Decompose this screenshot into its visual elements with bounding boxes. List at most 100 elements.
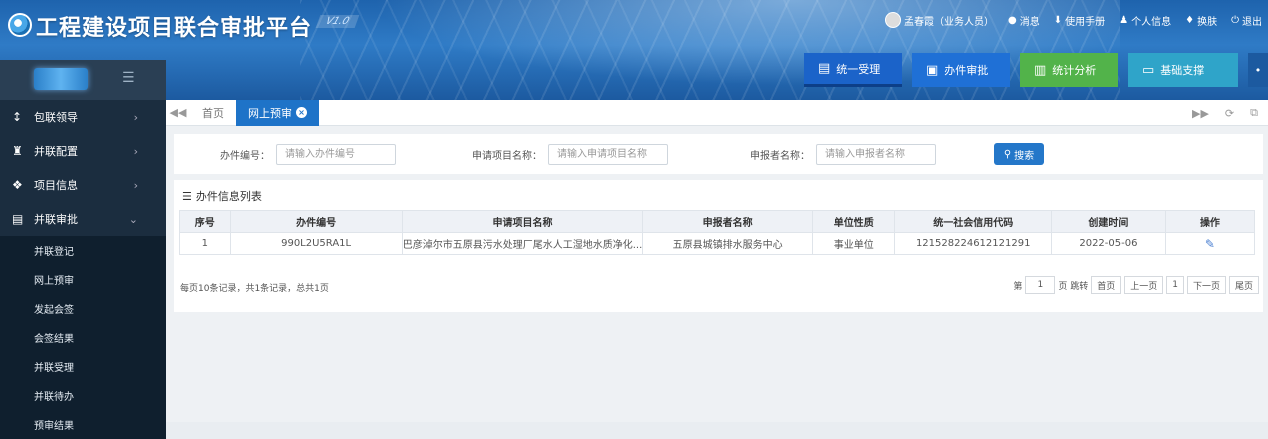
pagination-summary: 每页10条记录，共1条记录，总共1页 [180,284,329,294]
form-icon: ▤ [818,61,831,76]
next-page-button[interactable]: 下一页 [1186,276,1226,294]
search-icon: ⚲ [1003,148,1012,160]
user-name: 孟春霞（业务人员） [904,16,995,28]
sidebar-subitem[interactable]: 并联受理 [0,352,166,381]
sidebar-subitem[interactable]: 预审结果 [0,410,166,439]
search-field-applicant: 申报者名称： [750,144,936,165]
list-title-text: 办件信息列表 [195,190,262,203]
sidebar-subitem[interactable]: 发起会签 [0,294,166,323]
messages-link[interactable]: ● 消息 [1008,13,1040,28]
main-nav: ▤ 统一受理 ▣ 办件审批 ▥ 统计分析 ▭ 基础支撑 • [804,53,1268,87]
column-header: 序号 [179,210,231,233]
field-label: 办件编号： [220,151,270,162]
sidebar-subitem[interactable]: 并联登记 [0,236,166,265]
app-title: 工程建设项目联合审批平台 [36,16,313,41]
table-header-row: 序号 办件编号 申请项目名称 申报者名称 单位性质 统一社会信用代码 创建时间 … [179,210,1256,233]
logout-link[interactable]: ⏻ 退出 [1231,13,1262,28]
monitor-icon: ▭ [1142,62,1155,78]
dot-icon: • [1254,63,1262,77]
search-field-project-name: 申请项目名称： [472,144,668,165]
page-prefix: 第 [1013,281,1023,292]
user-profile[interactable]: 孟春霞（业务人员） [885,12,994,28]
column-header: 申请项目名称 [401,210,644,233]
case-table: 序号 办件编号 申请项目名称 申报者名称 单位性质 统一社会信用代码 创建时间 … [179,210,1256,255]
sidebar-item-parallel-approval[interactable]: ▤ 并联审批 ⌄ [0,202,166,236]
last-page-button[interactable]: 尾页 [1228,276,1259,294]
sidebar-item-project-info[interactable]: ❖ 项目信息 › [0,168,166,202]
prev-page-button[interactable]: 上一页 [1124,276,1164,294]
nav-base-support[interactable]: ▭ 基础支撑 [1128,53,1238,87]
tab-scroll-left-icon[interactable]: ◀◀ [166,106,190,119]
refresh-icon[interactable]: ⟳ [1225,107,1234,120]
nav-more-button[interactable]: • [1248,53,1268,87]
nav-label: 统一受理 [836,62,881,76]
main-content: 办件编号： 申请项目名称： 申报者名称： ⚲ 搜索 ☰ 办件信息列表 序号 办件… [166,126,1268,422]
profile-link[interactable]: ♟ 个人信息 [1119,13,1171,28]
logout-label: 退出 [1242,16,1262,28]
search-field-case-no: 办件编号： [220,144,396,165]
tab-home[interactable]: 首页 [190,100,236,126]
first-page-button[interactable]: 首页 [1091,276,1122,294]
tab-tools: ▶▶ ⟳ ⧉ [1192,100,1258,126]
skin-link[interactable]: ♦ 换肤 [1185,13,1217,28]
tab-scroll-right-icon[interactable]: ▶▶ [1192,107,1209,120]
cell-unit-type: 事业单位 [812,232,896,255]
sidebar-logo [34,68,88,90]
nav-case-approval[interactable]: ▣ 办件审批 [912,53,1010,87]
list-icon: ☰ [182,189,192,203]
page-number-input[interactable]: 1 [1025,276,1056,294]
case-number-input[interactable] [276,144,396,165]
table-row[interactable]: 1 990L2U5RA1L 巴彦淖尔市五原县污水处理厂尾水人工湿地水质净化...… [179,232,1256,255]
search-panel: 办件编号： 申请项目名称： 申报者名称： ⚲ 搜索 [174,134,1263,174]
chevron-right-icon: › [133,144,138,158]
nav-unified-accept[interactable]: ▤ 统一受理 [804,53,902,87]
cell-actions: ✎ [1164,232,1256,255]
sidebar-item-config[interactable]: ♜ 并联配置 › [0,134,166,168]
applicant-name-input[interactable] [816,144,936,165]
profile-label: 个人信息 [1131,16,1172,28]
edit-icon[interactable]: ✎ [1205,237,1215,251]
binoculars-icon: ♜ [12,144,23,158]
arrow-up-icon: ↕ [12,110,23,124]
manual-link[interactable]: ⬇ 使用手册 [1054,13,1105,28]
close-icon[interactable]: × [296,107,307,118]
chevron-right-icon: › [133,178,138,192]
document-edit-icon: ▤ [12,212,24,226]
chat-bubble-icon: ● [1008,14,1017,26]
avatar [885,12,902,28]
project-name-input[interactable] [548,144,668,165]
sidebar-subitem[interactable]: 网上预审 [0,265,166,294]
cubes-icon: ❖ [12,178,23,192]
column-header: 统一社会信用代码 [894,210,1052,233]
calendar-check-icon: ▣ [926,62,939,78]
fullscreen-icon[interactable]: ⧉ [1250,106,1258,120]
search-button[interactable]: ⚲ 搜索 [994,143,1044,165]
tab-label: 网上预审 [248,106,292,120]
sidebar-subitem[interactable]: 会签结果 [0,323,166,352]
search-button-label: 搜索 [1014,150,1035,162]
top-toolbar: 孟春霞（业务人员） ● 消息 ⬇ 使用手册 ♟ 个人信息 ♦ 换肤 ⏻ 退出 [885,12,1262,28]
tab-bar: ◀◀ 首页 网上预审 × ▶▶ ⟳ ⧉ [166,99,1268,126]
cell-applicant: 五原县城镇排水服务中心 [642,232,814,255]
sidebar: ↕ 包联领导 › ♜ 并联配置 › ❖ 项目信息 › ▤ 并联审批 ⌄ 并联登记… [0,100,166,439]
cell-credit-code: 121528224612121291 [894,232,1052,255]
platform-logo [8,13,32,37]
version-badge: V1.0 [315,15,360,28]
page-jump-label[interactable]: 页 跳转 [1058,279,1088,292]
menu-toggle-icon[interactable]: ☰ [122,70,135,86]
sidebar-item-label: 并联审批 [34,213,78,226]
manual-label: 使用手册 [1065,16,1106,28]
nav-statistics[interactable]: ▥ 统计分析 [1020,53,1118,87]
list-title: ☰ 办件信息列表 [182,188,262,204]
sidebar-subitem[interactable]: 并联待办 [0,381,166,410]
person-icon: ♟ [1119,14,1129,26]
shirt-icon: ♦ [1185,14,1195,26]
case-list-panel: ☰ 办件信息列表 序号 办件编号 申请项目名称 申报者名称 单位性质 统一社会信… [174,180,1263,312]
cell-project-name: 巴彦淖尔市五原县污水处理厂尾水人工湿地水质净化... [401,232,644,255]
sidebar-item-label: 并联配置 [34,145,78,158]
page-1-button[interactable]: 1 [1166,276,1184,294]
sidebar-item-leader[interactable]: ↕ 包联领导 › [0,100,166,134]
tab-online-review[interactable]: 网上预审 × [236,99,319,126]
sidebar-item-label: 项目信息 [34,179,78,192]
nav-label: 办件审批 [944,64,989,77]
